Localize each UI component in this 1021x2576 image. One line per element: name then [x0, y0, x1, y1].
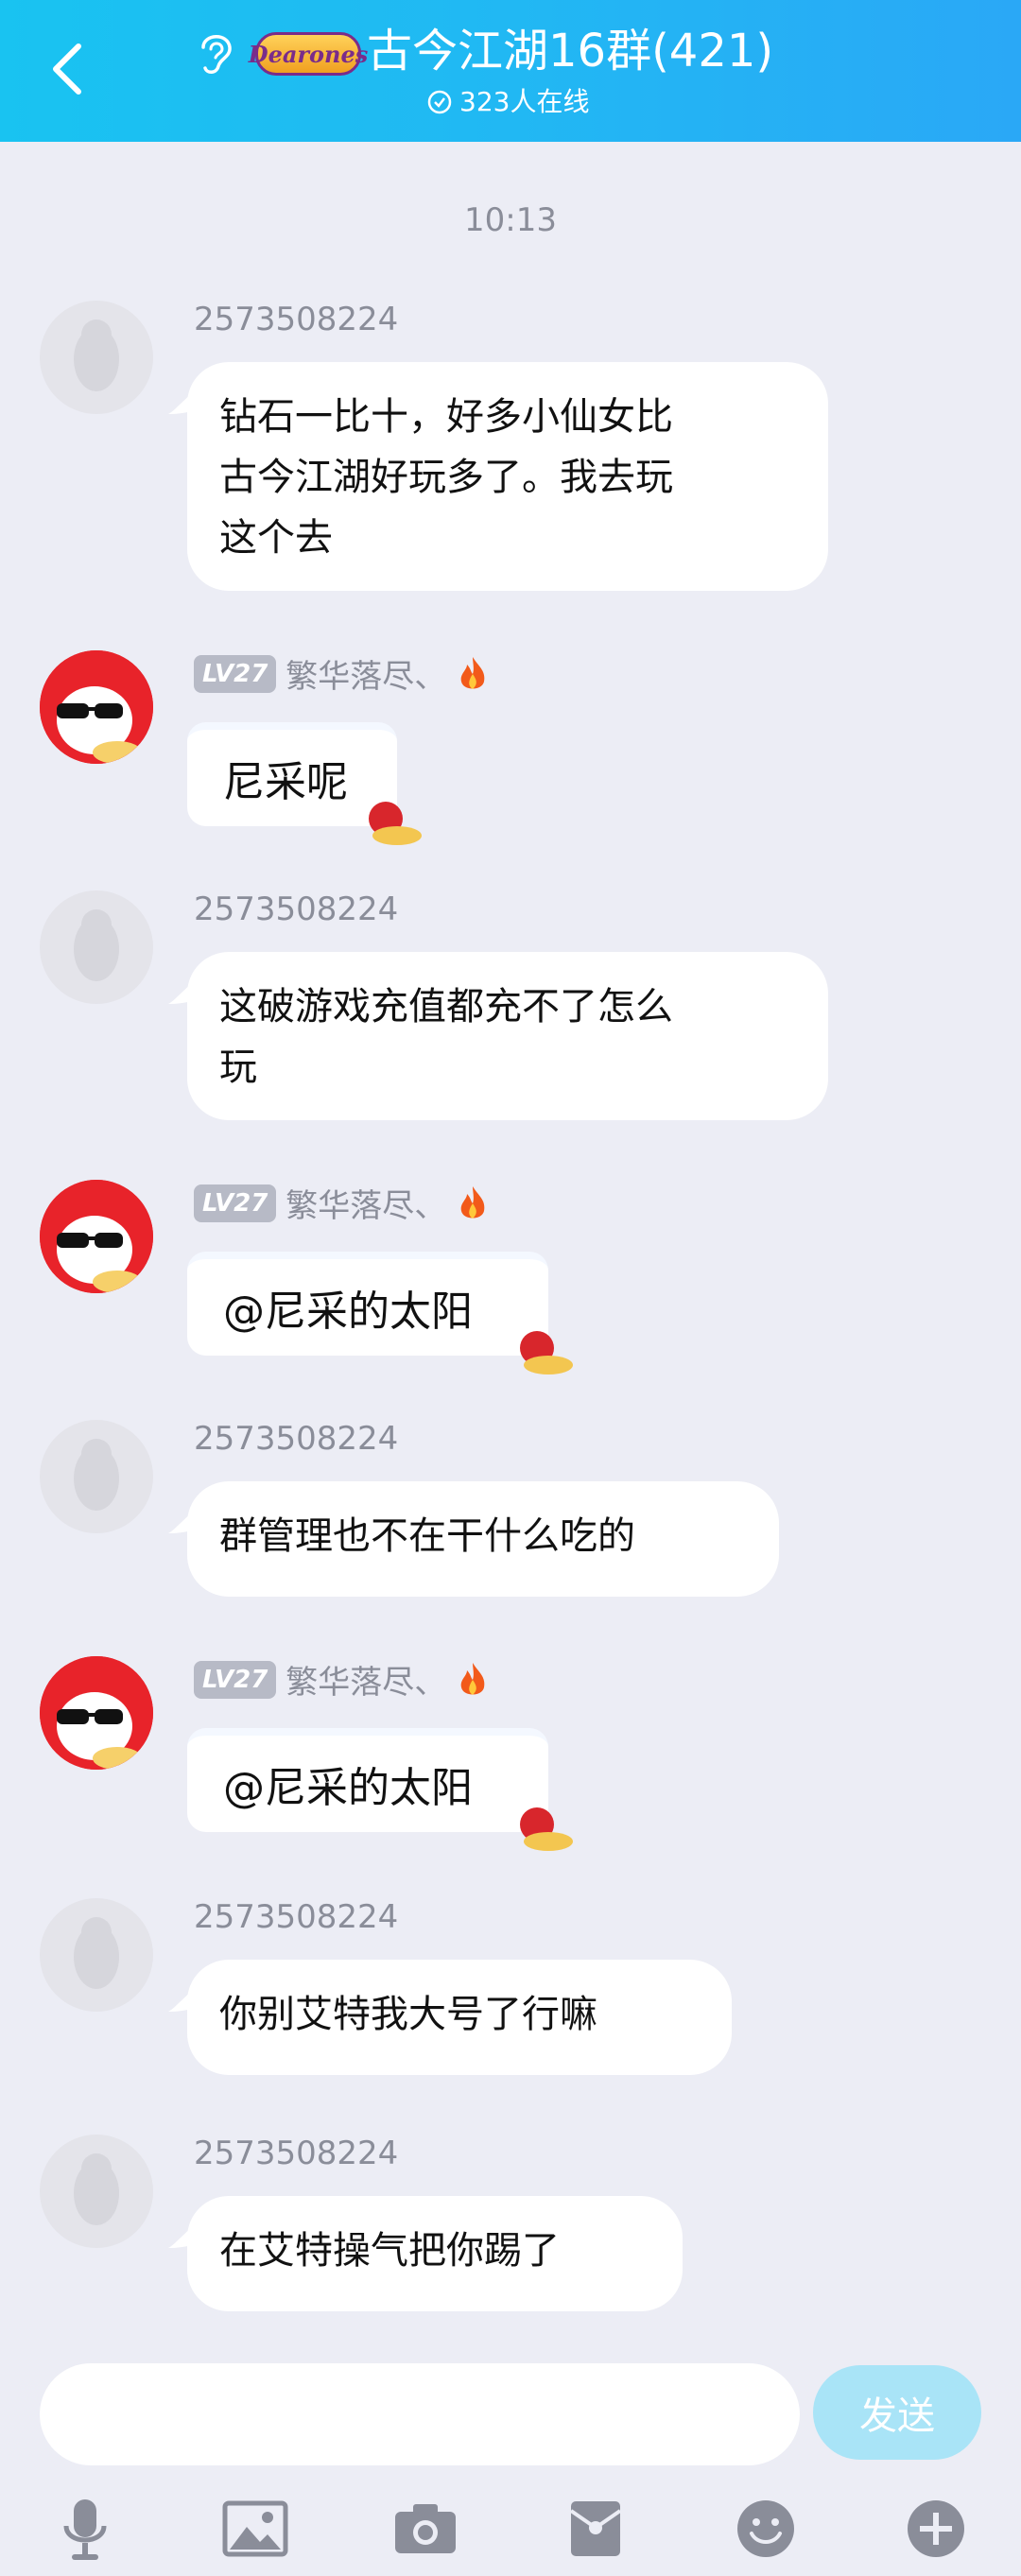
penguin-icon [74, 1917, 119, 1989]
image-button[interactable] [217, 2491, 293, 2567]
sender-name[interactable]: 2573508224 [194, 2135, 398, 2172]
message-line: 这个去 [219, 516, 333, 560]
default-avatar[interactable] [40, 1898, 153, 2012]
sunglasses-cat-icon [40, 1656, 153, 1770]
message-line: @尼采的太阳 [223, 1764, 473, 1812]
sender-name[interactable]: 2573508224 [194, 301, 398, 338]
ear-icon[interactable] [194, 28, 237, 78]
voice-button[interactable] [47, 2491, 123, 2567]
camera-button[interactable] [388, 2491, 463, 2567]
vip-logo: Dearones [249, 32, 368, 76]
message-line: 钻石一比十，好多小仙女比 [219, 395, 673, 439]
sender-info[interactable]: LV27 繁华落尽、 [194, 1180, 490, 1226]
sender-name: 繁华落尽、 [286, 1664, 447, 1702]
level-badge: LV27 [194, 654, 277, 693]
online-status: 323人在线 [427, 83, 589, 121]
user-avatar[interactable] [40, 650, 153, 764]
sender-name[interactable]: 2573508224 [194, 890, 398, 928]
message-bubble[interactable]: 你别艾特我大号了行嘛 [187, 1960, 732, 2075]
sender-info[interactable]: LV27 繁华落尽、 [194, 650, 490, 697]
sunglasses-cat-icon [40, 1180, 153, 1293]
chevron-left-icon [53, 43, 81, 95]
back-button[interactable] [38, 36, 95, 102]
user-avatar[interactable] [40, 1656, 153, 1770]
message-line: 在艾特操气把你踢了 [219, 2229, 560, 2273]
message-bubble[interactable]: @尼采的太阳 [187, 1252, 548, 1356]
message-bubble[interactable]: 在艾特操气把你踢了 [187, 2196, 683, 2311]
default-avatar[interactable] [40, 1420, 153, 1533]
sticker-decoration-icon [369, 802, 422, 845]
sunglasses-cat-icon [40, 650, 153, 764]
fire-icon [460, 656, 485, 689]
sender-name[interactable]: 2573508224 [194, 1420, 398, 1458]
message-bubble[interactable]: @尼采的太阳 [187, 1728, 548, 1832]
message-timestamp: 10:13 [464, 201, 557, 239]
penguin-icon [74, 1439, 119, 1511]
penguin-icon [74, 320, 119, 391]
message-bubble[interactable]: 群管理也不在干什么吃的 [187, 1481, 779, 1597]
message-line: 你别艾特我大号了行嘛 [219, 1993, 597, 2036]
image-icon [222, 2500, 288, 2557]
message-line: 尼采呢 [223, 758, 348, 806]
plus-icon [908, 2500, 964, 2557]
message-composer: 发送 [0, 2325, 1021, 2576]
chat-header: Dearones 古今江湖16群(421) 323人在线 [0, 0, 1021, 142]
sender-name: 繁华落尽、 [286, 658, 447, 696]
send-button[interactable]: 发送 [813, 2365, 981, 2460]
online-count: 323人在线 [459, 86, 590, 117]
message-bubble[interactable]: 钻石一比十，好多小仙女比 古今江湖好玩多了。我去玩 这个去 [187, 362, 828, 591]
sticker-decoration-icon [520, 1331, 573, 1374]
group-title[interactable]: 古今江湖16群(421) [367, 21, 773, 81]
more-button[interactable] [898, 2491, 974, 2567]
level-badge: LV27 [194, 1660, 277, 1699]
penguin-icon [74, 2153, 119, 2225]
fire-icon [460, 1662, 485, 1695]
message-bubble[interactable]: 这破游戏充值都充不了怎么 玩 [187, 952, 828, 1120]
penguin-icon [74, 909, 119, 981]
default-avatar[interactable] [40, 301, 153, 414]
default-avatar[interactable] [40, 2135, 153, 2248]
message-line: 古今江湖好玩多了。我去玩 [219, 456, 673, 499]
sender-info[interactable]: LV27 繁华落尽、 [194, 1656, 490, 1703]
sticker-decoration-icon [520, 1807, 573, 1851]
composer-toolbar [0, 2491, 1021, 2576]
user-avatar[interactable] [40, 1180, 153, 1293]
message-line: @尼采的太阳 [223, 1288, 473, 1336]
message-input[interactable] [40, 2363, 800, 2465]
emoji-button[interactable] [728, 2491, 804, 2567]
red-packet-button[interactable] [558, 2491, 633, 2567]
message-line: 这破游戏充值都充不了怎么 [219, 985, 673, 1029]
microphone-icon [63, 2499, 107, 2560]
fire-icon [460, 1185, 485, 1219]
level-badge: LV27 [194, 1184, 277, 1222]
camera-icon [395, 2504, 456, 2553]
sender-name[interactable]: 2573508224 [194, 1898, 398, 1936]
sender-name: 繁华落尽、 [286, 1187, 447, 1225]
message-line: 玩 [219, 1046, 257, 1089]
emoji-icon [737, 2500, 794, 2557]
red-packet-icon [569, 2501, 622, 2556]
check-circle-icon [427, 90, 452, 114]
default-avatar[interactable] [40, 890, 153, 1004]
message-line: 群管理也不在干什么吃的 [219, 1514, 635, 1558]
